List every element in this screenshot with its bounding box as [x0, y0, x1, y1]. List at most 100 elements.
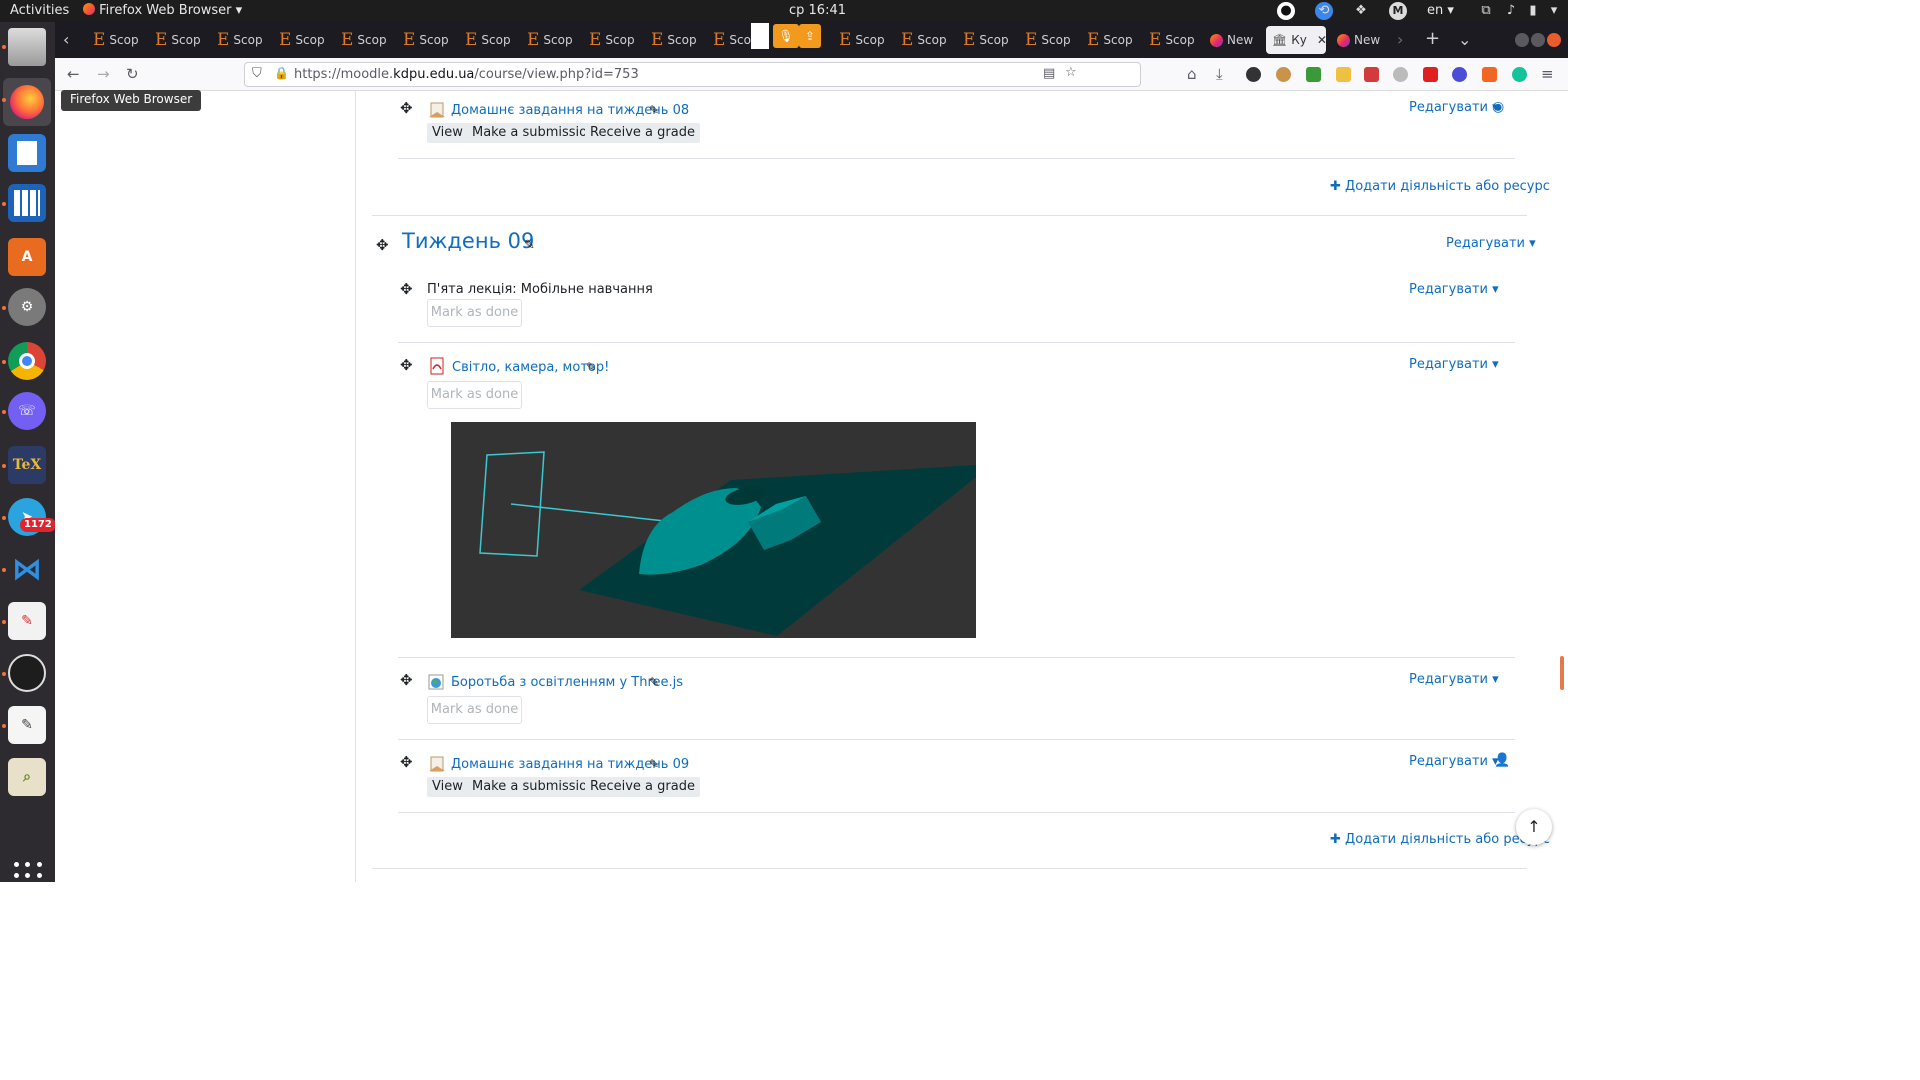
firefox-icon[interactable] [3, 78, 51, 126]
keyboard-layout[interactable]: en ▾ [1427, 3, 1454, 18]
extension-globe-icon[interactable] [1393, 67, 1408, 82]
maximize-window-icon[interactable] [1531, 33, 1545, 47]
minimize-window-icon[interactable] [1515, 33, 1529, 47]
list-all-tabs-chevron-icon[interactable]: ⌄ [1458, 30, 1471, 49]
pencil-icon[interactable]: ✎ [649, 103, 659, 117]
mark-as-done-button[interactable]: Mark as done [427, 696, 522, 724]
extension-translate-icon[interactable] [1336, 67, 1351, 82]
pencil-icon[interactable]: ✎ [649, 675, 659, 689]
move-section-icon[interactable]: ✥ [376, 236, 389, 254]
chrome-remote-tray-icon[interactable]: ⟲ [1315, 2, 1333, 20]
move-icon[interactable]: ✥ [400, 280, 413, 298]
receive-grade-button[interactable]: Receive a grade [585, 123, 700, 143]
close-window-icon[interactable] [1547, 33, 1561, 47]
tab-scope-5[interactable]: E Scop [341, 26, 393, 54]
software-center-icon[interactable]: A [8, 238, 46, 276]
extension-download-icon[interactable] [1306, 67, 1321, 82]
extension-zotero-icon[interactable] [1364, 67, 1379, 82]
move-icon[interactable]: ✥ [400, 753, 413, 771]
show-applications-icon[interactable] [14, 862, 42, 890]
extension-s-icon[interactable] [1246, 67, 1261, 82]
activities-button[interactable]: Activities [10, 3, 69, 18]
image-viewer-icon[interactable]: ⌕ [8, 758, 46, 796]
document-viewer-icon[interactable]: ✎ [8, 602, 46, 640]
forward-arrow-icon[interactable]: → [97, 65, 110, 83]
settings-icon[interactable]: ⚙ [8, 288, 46, 326]
pencil-icon[interactable]: ✎ [586, 360, 596, 374]
receive-grade-button[interactable]: Receive a grade [585, 777, 700, 797]
dropbox-icon[interactable]: ❖ [1352, 2, 1370, 20]
pencil-icon[interactable]: ✎ [524, 238, 535, 253]
battery-icon[interactable]: ▮ [1524, 2, 1542, 20]
tab-scope-8[interactable]: E Scop [527, 26, 579, 54]
tab-scope-2[interactable]: E Scop [155, 26, 207, 54]
tab-scope-17[interactable]: E Scop [1149, 26, 1201, 54]
move-icon[interactable]: ✥ [400, 99, 413, 117]
extension-shield-icon[interactable] [1423, 67, 1438, 82]
extension-grammarly-icon[interactable] [1512, 67, 1527, 82]
vscode-icon[interactable]: ⋈ [8, 550, 46, 588]
tab-scroll-right-icon[interactable]: › [1397, 30, 1403, 49]
system-menu-chevron-icon[interactable]: ▾ [1545, 2, 1563, 20]
make-submission-button[interactable]: Make a submission [467, 777, 601, 797]
reload-icon[interactable]: ↻ [126, 65, 139, 83]
tab-scope-13[interactable]: E Scop [901, 26, 953, 54]
section-edit-menu[interactable]: Редагувати ▾ [1446, 236, 1536, 251]
libreoffice-calc-icon[interactable] [8, 184, 46, 222]
tab-scope-15[interactable]: E Scop [1025, 26, 1077, 54]
screen-sharing-indicator[interactable]: ⇪ [799, 24, 821, 48]
shield-icon[interactable]: ⛉ [252, 66, 262, 81]
move-icon[interactable]: ✥ [400, 671, 413, 689]
files-icon[interactable] [8, 28, 46, 66]
tab-new-2[interactable]: New [1337, 26, 1380, 54]
edit-menu[interactable]: Редагувати ▾ [1409, 754, 1499, 769]
texstudio-icon[interactable]: TeX [8, 446, 46, 484]
hamburger-menu-icon[interactable]: ≡ [1541, 65, 1554, 83]
tab-scope-9[interactable]: E Scop [589, 26, 641, 54]
user-circle-icon[interactable]: ◉ [1492, 99, 1504, 115]
add-activity-link[interactable]: ✚ Додати діяльність або ресурс [1330, 179, 1550, 194]
text-editor-icon[interactable]: ✎ [8, 706, 46, 744]
app-menu[interactable]: Firefox Web Browser ▾ [83, 3, 242, 18]
volume-icon[interactable]: ♪ [1502, 2, 1520, 20]
libreoffice-writer-icon[interactable] [8, 134, 46, 172]
move-icon[interactable]: ✥ [400, 356, 413, 374]
mark-as-done-button[interactable]: Mark as done [427, 381, 522, 409]
new-tab-plus-icon[interactable]: + [1425, 28, 1440, 49]
edit-menu[interactable]: Редагувати ▾ [1409, 672, 1499, 687]
network-icon[interactable]: ⧉ [1477, 2, 1495, 20]
microphone-sharing-indicator[interactable]: 🎙 [773, 24, 799, 48]
tab-scope-14[interactable]: E Scop [963, 26, 1015, 54]
bookmark-star-icon[interactable]: ☆ [1065, 65, 1077, 80]
reader-view-icon[interactable]: ▤ [1043, 66, 1055, 81]
user-icon[interactable]: 👤 [1494, 753, 1510, 768]
back-to-top-button[interactable]: ↑ [1516, 809, 1552, 845]
tab-scope-10[interactable]: E Scop [651, 26, 703, 54]
tab-scope-4[interactable]: E Scop [279, 26, 331, 54]
viber-icon[interactable]: ☏ [8, 392, 46, 430]
tab-scope-3[interactable]: E Scop [217, 26, 269, 54]
edit-menu[interactable]: Редагувати ▾ [1409, 357, 1499, 372]
obs-icon[interactable] [8, 654, 46, 692]
url-bar[interactable]: ⛉ 🔒 https://moodle.kdpu.edu.ua/course/vi… [244, 62, 1141, 87]
edit-menu[interactable]: Редагувати ▾ [1409, 282, 1499, 297]
tab-scope-16[interactable]: E Scop [1087, 26, 1139, 54]
extension-monkey-icon[interactable] [1276, 67, 1291, 82]
tab-scope-7[interactable]: E Scop [465, 26, 517, 54]
tab-scroll-left-icon[interactable]: ‹ [63, 30, 69, 49]
chrome-icon[interactable] [8, 342, 46, 380]
lock-icon[interactable]: 🔒 [274, 66, 289, 80]
scrollbar-thumb[interactable] [1560, 656, 1564, 690]
tab-scope-6[interactable]: E Scop [403, 26, 455, 54]
pencil-icon[interactable]: ✎ [649, 757, 659, 771]
extension-people-icon[interactable] [1452, 67, 1467, 82]
url-text[interactable]: https://moodle.kdpu.edu.ua/course/view.p… [294, 67, 639, 82]
tab-active[interactable]: 🏛 Ку ✕ [1266, 26, 1326, 54]
view-button[interactable]: View [427, 777, 468, 797]
back-arrow-icon[interactable]: ← [67, 65, 80, 83]
tab-scope-1[interactable]: E Scop [93, 26, 145, 54]
tab-scope-11[interactable]: E Sco [713, 26, 765, 54]
clock[interactable]: ср 16:41 [789, 3, 846, 18]
section-title[interactable]: Тиждень 09 [402, 229, 534, 253]
close-tab-icon[interactable]: ✕ [1317, 33, 1326, 47]
